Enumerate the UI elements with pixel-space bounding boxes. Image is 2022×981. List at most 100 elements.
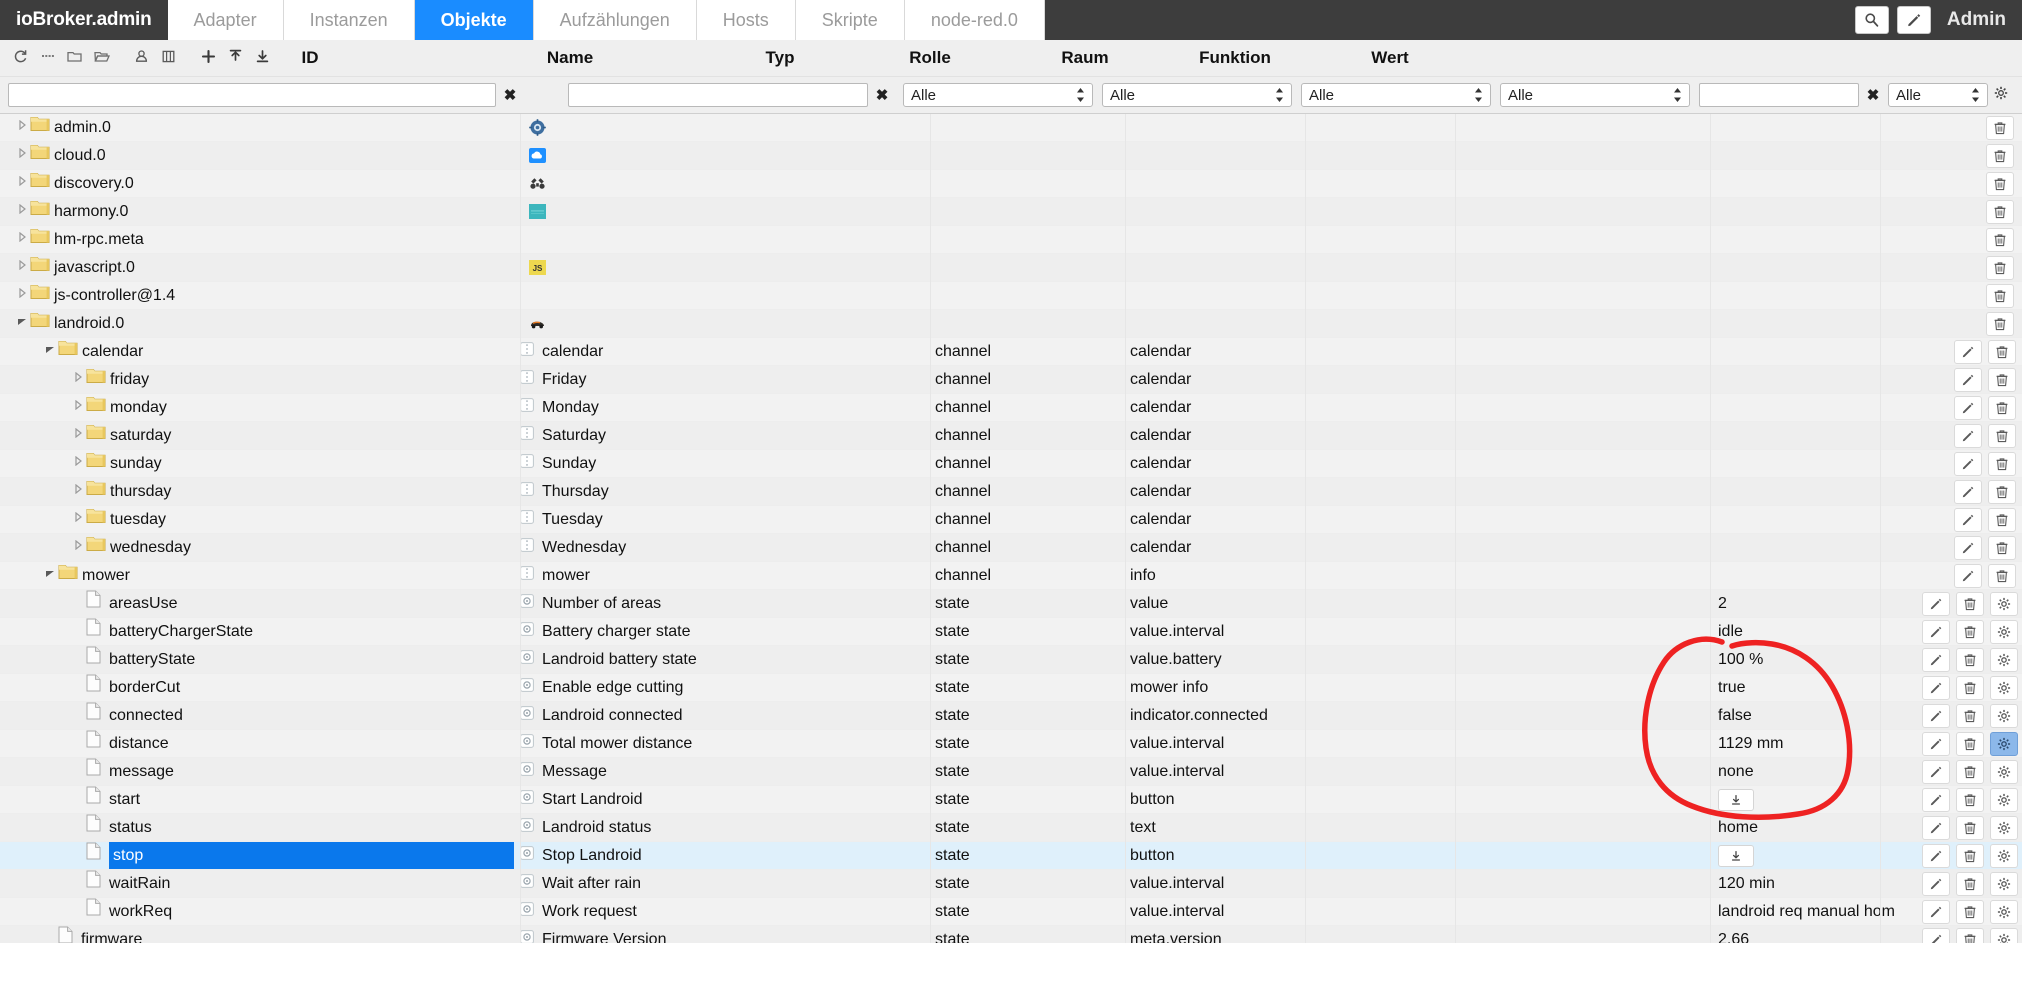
chevron-right-icon[interactable] <box>14 226 30 253</box>
settings-gear-icon[interactable] <box>1990 788 2018 812</box>
delete-trash-icon[interactable] <box>1986 228 2014 252</box>
column-header-raum[interactable]: Raum <box>1025 40 1145 76</box>
delete-trash-icon[interactable] <box>1988 368 2016 392</box>
filter-funktion-select[interactable]: Alle <box>1500 83 1690 107</box>
settings-gear-icon[interactable] <box>1990 844 2018 868</box>
filter-id-input[interactable] <box>8 83 496 107</box>
delete-trash-icon[interactable] <box>1986 312 2014 336</box>
delete-trash-icon[interactable] <box>1988 536 2016 560</box>
chevron-down-icon[interactable] <box>42 562 58 589</box>
folder-open-icon[interactable] <box>89 44 113 68</box>
chevron-right-icon[interactable] <box>70 478 86 505</box>
delete-trash-icon[interactable] <box>1956 732 1984 756</box>
row-id-cell[interactable]: hm-rpc.meta <box>14 226 514 253</box>
row-id-cell[interactable]: stop <box>70 842 514 869</box>
row-id-cell[interactable]: landroid.0 <box>14 310 514 337</box>
filter-wert-input[interactable] <box>1699 83 1859 107</box>
delete-trash-icon[interactable] <box>1986 116 2014 140</box>
delete-trash-icon[interactable] <box>1956 844 1984 868</box>
row-id-cell[interactable]: mower <box>42 562 514 589</box>
row-id-cell[interactable]: friday <box>70 366 514 393</box>
settings-gear-icon[interactable] <box>1990 928 2018 943</box>
edit-pencil-icon[interactable] <box>1954 452 1982 476</box>
filter-rolle-select[interactable]: Alle <box>1102 83 1292 107</box>
chevron-right-icon[interactable] <box>70 422 86 449</box>
edit-pencil-icon[interactable] <box>1922 816 1950 840</box>
delete-trash-icon[interactable] <box>1956 592 1984 616</box>
edit-pencil-icon[interactable] <box>1922 648 1950 672</box>
delete-trash-icon[interactable] <box>1956 648 1984 672</box>
delete-trash-icon[interactable] <box>1986 256 2014 280</box>
table-row[interactable]: js-controller@1.4 <box>0 282 2022 310</box>
row-id-cell[interactable]: thursday <box>70 478 514 505</box>
table-row[interactable]: friday Friday channel calendar <box>0 366 2022 394</box>
user-icon[interactable] <box>129 44 153 68</box>
column-header-rolle[interactable]: Rolle <box>870 40 990 76</box>
table-row[interactable]: sunday Sunday channel calendar <box>0 450 2022 478</box>
trigger-button[interactable] <box>1718 844 1754 867</box>
edit-pencil-icon[interactable] <box>1922 788 1950 812</box>
settings-gear-icon[interactable] <box>1990 900 2018 924</box>
chevron-right-icon[interactable] <box>14 254 30 281</box>
row-id-cell[interactable]: areasUse <box>70 590 514 617</box>
edit-pencil-icon[interactable] <box>1954 536 1982 560</box>
row-id-cell[interactable]: connected <box>70 702 514 729</box>
row-id-cell[interactable]: cloud.0 <box>14 142 514 169</box>
chevron-right-icon[interactable] <box>70 506 86 533</box>
table-row[interactable]: batteryChargerState Battery charger state… <box>0 618 2022 646</box>
delete-trash-icon[interactable] <box>1986 144 2014 168</box>
edit-pencil-icon[interactable] <box>1954 508 1982 532</box>
filter-wert-clear[interactable]: ✖ <box>1865 86 1881 104</box>
row-id-cell[interactable]: javascript.0 <box>14 254 514 281</box>
row-id-cell[interactable]: batteryState <box>70 646 514 673</box>
row-id-cell[interactable]: waitRain <box>70 870 514 897</box>
edit-pencil-icon[interactable] <box>1922 620 1950 644</box>
delete-trash-icon[interactable] <box>1956 816 1984 840</box>
chevron-right-icon[interactable] <box>70 366 86 393</box>
delete-trash-icon[interactable] <box>1956 788 1984 812</box>
table-row[interactable]: status Landroid status state text home <box>0 814 2022 842</box>
edit-pencil-icon[interactable] <box>1954 564 1982 588</box>
edit-pencil-icon[interactable] <box>1922 732 1950 756</box>
user-label[interactable]: Admin <box>1939 9 2006 31</box>
edit-pencil-icon[interactable] <box>1954 368 1982 392</box>
tab-skripte[interactable]: Skripte <box>795 0 905 40</box>
table-row[interactable]: thursday Thursday channel calendar <box>0 478 2022 506</box>
table-row[interactable]: message Message state value.interval none <box>0 758 2022 786</box>
column-header-id[interactable]: ID <box>260 40 360 76</box>
objects-table[interactable]: admin.0 cloud.0 discovery.0 harmony.0 hm-rpc… <box>0 114 2022 943</box>
tab-aufz-hlungen[interactable]: Aufzählungen <box>533 0 697 40</box>
row-id-cell[interactable]: harmony.0 <box>14 198 514 225</box>
settings-gear-icon[interactable] <box>1990 732 2018 756</box>
table-row[interactable]: start Start Landroid state button <box>0 786 2022 814</box>
table-row[interactable]: admin.0 <box>0 114 2022 142</box>
edit-pencil-icon[interactable] <box>1922 592 1950 616</box>
column-header-funktion[interactable]: Funktion <box>1175 40 1295 76</box>
table-row[interactable]: discovery.0 <box>0 170 2022 198</box>
edit-pencil-icon[interactable] <box>1922 760 1950 784</box>
delete-trash-icon[interactable] <box>1988 564 2016 588</box>
delete-trash-icon[interactable] <box>1988 340 2016 364</box>
edit-pencil-icon[interactable] <box>1922 676 1950 700</box>
delete-trash-icon[interactable] <box>1988 396 2016 420</box>
delete-trash-icon[interactable] <box>1956 872 1984 896</box>
delete-trash-icon[interactable] <box>1986 172 2014 196</box>
edit-pencil-icon[interactable] <box>1954 424 1982 448</box>
row-id-cell[interactable]: sunday <box>70 450 514 477</box>
table-row[interactable]: landroid.0 <box>0 310 2022 338</box>
delete-trash-icon[interactable] <box>1956 760 1984 784</box>
filter-extra-select[interactable]: Alle <box>1888 83 1988 107</box>
edit-pencil-icon[interactable] <box>1954 340 1982 364</box>
import-icon[interactable] <box>223 44 247 68</box>
table-row[interactable]: saturday Saturday channel calendar <box>0 422 2022 450</box>
table-row[interactable]: javascript.0 JS <box>0 254 2022 282</box>
delete-trash-icon[interactable] <box>1956 928 1984 943</box>
row-id-cell[interactable]: firmware <box>42 926 514 943</box>
edit-pencil-icon[interactable] <box>1954 480 1982 504</box>
chevron-right-icon[interactable] <box>70 534 86 561</box>
settings-gear-icon[interactable] <box>1990 592 2018 616</box>
table-row[interactable]: hm-rpc.meta <box>0 226 2022 254</box>
expand-list-icon[interactable] <box>35 44 59 68</box>
row-id-cell[interactable]: status <box>70 814 514 841</box>
table-row[interactable]: cloud.0 <box>0 142 2022 170</box>
